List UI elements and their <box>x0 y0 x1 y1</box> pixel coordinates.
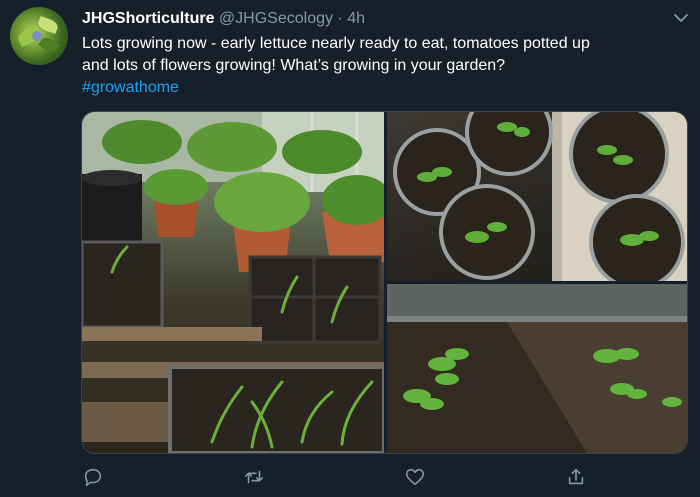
separator-dot: · <box>337 10 343 27</box>
media-grid <box>81 111 688 454</box>
timestamp[interactable]: 4h <box>347 10 365 27</box>
share-icon[interactable] <box>565 466 587 488</box>
user-handle[interactable]: @JHGSecology <box>219 10 333 27</box>
tweet-text: Lots growing now - early lettuce nearly … <box>82 33 682 99</box>
tweet-text-line: and lots of flowers growing! What’s grow… <box>82 57 506 74</box>
photo-soil-bed[interactable] <box>387 284 687 453</box>
tweet-text-line: Lots growing now - early lettuce nearly … <box>82 35 590 52</box>
photo-tomato-pots-drawing <box>393 112 687 281</box>
retweet-icon[interactable] <box>243 466 265 488</box>
photo-greenhouse-drawing <box>82 112 384 453</box>
chevron-down-icon[interactable] <box>673 10 689 26</box>
display-name[interactable]: JHGShorticulture <box>82 10 214 27</box>
reply-icon[interactable] <box>82 466 104 488</box>
avatar-flower <box>32 31 42 41</box>
tweet-actions <box>82 466 682 490</box>
like-icon[interactable] <box>404 466 426 488</box>
hashtag-link[interactable]: #growathome <box>82 79 179 96</box>
photo-soil-bed-drawing <box>387 284 687 453</box>
tweet-header: JHGShorticulture @JHGSecology · 4h <box>82 8 365 30</box>
avatar[interactable] <box>10 7 68 65</box>
photo-tomato-pots[interactable] <box>387 112 687 281</box>
photo-greenhouse[interactable] <box>82 112 384 453</box>
tweet-card[interactable]: JHGShorticulture @JHGSecology · 4h Lots … <box>0 0 700 497</box>
